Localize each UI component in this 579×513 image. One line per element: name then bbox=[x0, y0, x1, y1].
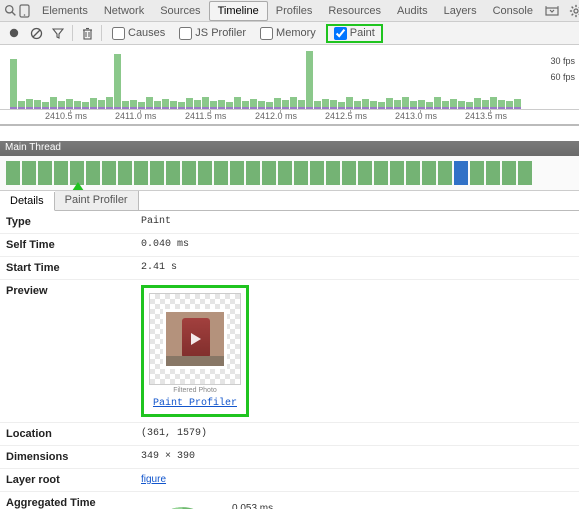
agg-total: 0.053 ms bbox=[232, 503, 375, 509]
pie-chart bbox=[145, 503, 220, 509]
row-label: Type bbox=[0, 211, 135, 233]
row-label: Aggregated Time bbox=[0, 492, 135, 509]
tab-timeline[interactable]: Timeline bbox=[209, 1, 268, 21]
tab-details[interactable]: Details bbox=[0, 192, 55, 211]
tab-elements[interactable]: Elements bbox=[34, 2, 96, 20]
row-label: Self Time bbox=[0, 234, 135, 256]
selftime-value: 0.040 ms bbox=[135, 234, 579, 256]
details-panel: TypePaint Self Time0.040 ms Start Time2.… bbox=[0, 211, 579, 509]
row-label: Layer root bbox=[0, 469, 135, 491]
tab-console[interactable]: Console bbox=[485, 2, 541, 20]
row-label: Location bbox=[0, 423, 135, 445]
gear-icon[interactable] bbox=[567, 2, 579, 20]
separator bbox=[72, 25, 73, 41]
paint-option-highlight: Paint bbox=[326, 24, 383, 43]
device-icon[interactable] bbox=[19, 2, 30, 20]
filter-icon[interactable] bbox=[50, 25, 66, 41]
tab-layers[interactable]: Layers bbox=[436, 2, 485, 20]
paint-profiler-link[interactable]: Paint Profiler bbox=[149, 398, 241, 409]
devtools-tabbar: Elements Network Sources Timeline Profil… bbox=[0, 0, 579, 22]
tab-resources[interactable]: Resources bbox=[320, 2, 389, 20]
gc-icon[interactable] bbox=[79, 25, 95, 41]
separator bbox=[101, 25, 102, 41]
tab-audits[interactable]: Audits bbox=[389, 2, 436, 20]
starttime-value: 2.41 s bbox=[135, 257, 579, 279]
tab-sources[interactable]: Sources bbox=[152, 2, 208, 20]
type-value: Paint bbox=[135, 211, 579, 233]
tab-profiles[interactable]: Profiles bbox=[268, 2, 321, 20]
row-label: Start Time bbox=[0, 257, 135, 279]
preview-caption: Filtered Photo bbox=[149, 387, 241, 394]
selection-arrow-icon bbox=[72, 182, 84, 191]
timeline-toolbar: Causes JS Profiler Memory Paint bbox=[0, 22, 579, 45]
time-ruler: 2410.5 ms2411.0 ms2411.5 ms2412.0 ms2412… bbox=[0, 110, 579, 126]
tab-network[interactable]: Network bbox=[96, 2, 152, 20]
fps-overview-chart[interactable]: 30 fps 60 fps bbox=[0, 48, 579, 110]
layer-root-value: figure bbox=[135, 469, 579, 491]
pie-legend: 0.053 ms 0.040 ms Painting (Self) 0.013 … bbox=[232, 503, 375, 509]
preview-image bbox=[163, 309, 227, 369]
row-label: Dimensions bbox=[0, 446, 135, 468]
clear-button[interactable] bbox=[28, 25, 44, 41]
checkbox-paint[interactable]: Paint bbox=[330, 26, 379, 41]
layer-root-link[interactable]: figure bbox=[141, 474, 166, 485]
overview-bars bbox=[10, 51, 569, 109]
checkbox-jsprofiler[interactable]: JS Profiler bbox=[175, 26, 250, 41]
preview-thumbnail[interactable] bbox=[149, 293, 241, 385]
thread-header: Main Thread bbox=[0, 141, 579, 156]
play-icon bbox=[191, 333, 201, 345]
dimensions-value: 349 × 390 bbox=[135, 446, 579, 468]
search-icon[interactable] bbox=[4, 2, 17, 20]
spacer bbox=[0, 126, 579, 141]
checkbox-label: Paint bbox=[350, 27, 375, 39]
preview-highlight: Filtered Photo Paint Profiler bbox=[141, 285, 249, 417]
panel-tabs: Elements Network Sources Timeline Profil… bbox=[34, 1, 541, 21]
detail-tabs: Details Paint Profiler bbox=[0, 191, 579, 211]
aggregated-cell: 0.053 ms 0.040 ms Painting (Self) 0.013 … bbox=[135, 492, 579, 509]
thread-label: Main Thread bbox=[5, 142, 61, 153]
checkbox-label: JS Profiler bbox=[195, 27, 246, 39]
checkbox-label: Memory bbox=[276, 27, 316, 39]
location-value: (361, 1579) bbox=[135, 423, 579, 445]
checkbox-memory[interactable]: Memory bbox=[256, 26, 320, 41]
row-label: Preview bbox=[0, 280, 135, 422]
preview-cell: Filtered Photo Paint Profiler bbox=[135, 280, 579, 422]
flame-chart[interactable] bbox=[0, 156, 579, 191]
record-button[interactable] bbox=[6, 25, 22, 41]
tab-paint-profiler[interactable]: Paint Profiler bbox=[55, 191, 139, 210]
checkbox-label: Causes bbox=[128, 27, 165, 39]
drawer-icon[interactable] bbox=[543, 2, 561, 20]
checkbox-causes[interactable]: Causes bbox=[108, 26, 169, 41]
